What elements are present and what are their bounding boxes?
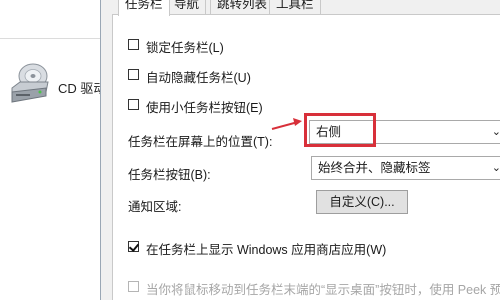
chevron-down-icon: ⌄: [491, 162, 500, 174]
customize-button[interactable]: 自定义(C)...: [316, 190, 408, 214]
buttons-combine-dropdown[interactable]: 始终合并、隐藏标签 ⌄: [311, 156, 500, 180]
tab-label: 工具栏: [276, 0, 314, 11]
highlight-box: [304, 113, 376, 147]
tab-jump-lists[interactable]: 跳转列表: [210, 0, 275, 14]
store-apps-checkbox[interactable]: [128, 241, 139, 252]
small-buttons-label: 使用小任务栏按钮(E): [146, 101, 263, 115]
notification-area-label: 通知区域:: [128, 200, 182, 214]
explorer-pane: CD 驱动: [0, 0, 106, 300]
tab-strip: 任务栏 导航 跳转列表 工具栏: [112, 0, 500, 16]
tab-taskbar[interactable]: 任务栏: [118, 0, 170, 16]
auto-hide-checkbox[interactable]: [128, 69, 139, 80]
divider: [0, 38, 100, 39]
peek-checkbox[interactable]: [128, 281, 139, 292]
tab-label: 跳转列表: [217, 0, 268, 11]
cd-drive-item[interactable]: CD 驱动: [6, 62, 106, 106]
red-arrow-icon: [271, 118, 302, 130]
tab-toolbars[interactable]: 工具栏: [269, 0, 321, 14]
buttons-combine-label: 任务栏按钮(B):: [128, 168, 211, 182]
tab-navigation[interactable]: 导航: [167, 0, 207, 14]
chevron-down-icon: ⌄: [491, 126, 500, 138]
tab-label: 导航: [174, 0, 200, 11]
store-apps-label: 在任务栏上显示 Windows 应用商店应用(W): [146, 243, 387, 257]
position-label: 任务栏在屏幕上的位置(T):: [128, 135, 273, 149]
lock-taskbar-checkbox[interactable]: [128, 39, 139, 50]
auto-hide-label: 自动隐藏任务栏(U): [146, 71, 251, 85]
buttons-combine-value: 始终合并、隐藏标签: [318, 161, 431, 175]
tab-label: 任务栏: [125, 0, 163, 11]
cd-drive-icon: [11, 63, 49, 103]
lock-taskbar-label: 锁定任务栏(L): [146, 41, 224, 55]
customize-button-label: 自定义(C)...: [329, 195, 395, 209]
small-buttons-checkbox[interactable]: [128, 99, 139, 110]
peek-label: 当你将鼠标移动到任务栏末端的“显示桌面”按钮时，使用 Peek 预览: [146, 283, 500, 297]
